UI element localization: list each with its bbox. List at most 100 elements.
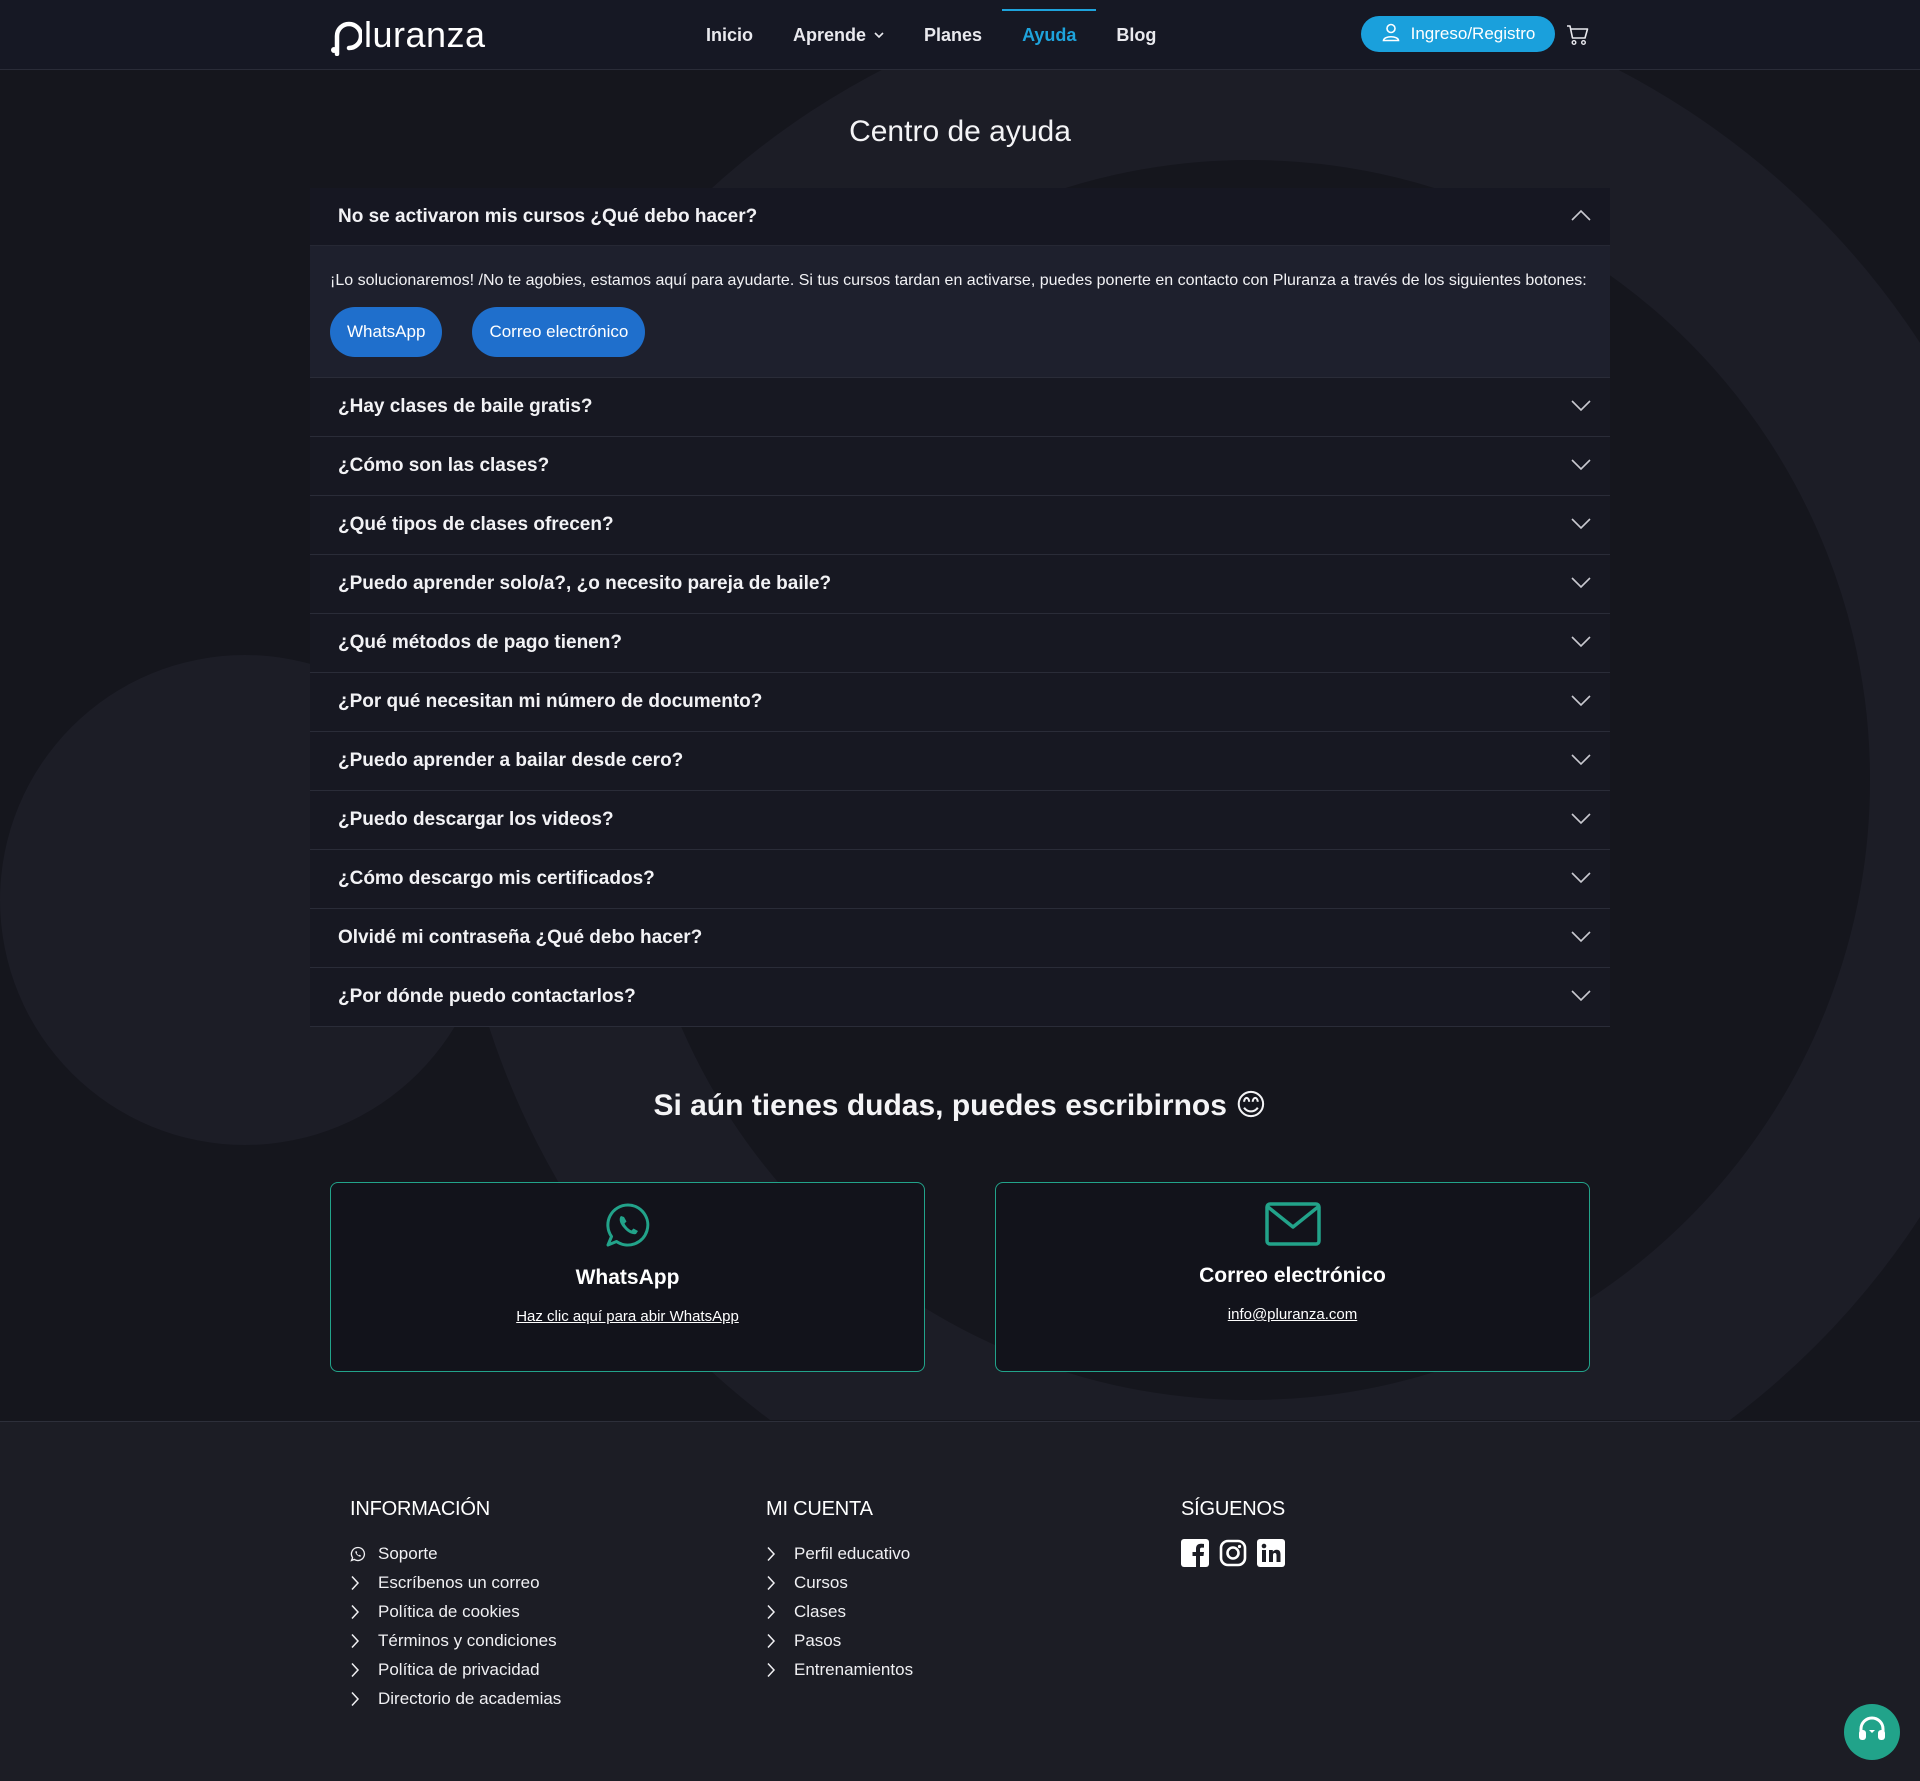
email-link[interactable]: info@pluranza.com [1228, 1306, 1357, 1323]
faq-question[interactable]: ¿Cómo descargo mis certificados? [310, 850, 1610, 908]
footer-link-courses[interactable]: Cursos [766, 1568, 913, 1597]
footer-link-label: Directorio de academias [378, 1688, 562, 1708]
footer-link-label: Política de cookies [378, 1601, 520, 1621]
chevron-down-icon [1570, 514, 1592, 536]
faq-item: ¿Por qué necesitan mi número de document… [310, 673, 1610, 732]
contact-cards: WhatsApp Haz clic aquí para abir WhatsAp… [330, 1182, 1590, 1372]
open-whatsapp-link[interactable]: Haz clic aquí para abir WhatsApp [516, 1308, 739, 1325]
nav-label: Ayuda [1022, 24, 1077, 45]
faq-item: ¿Qué métodos de pago tienen? [310, 614, 1610, 673]
faq-question-text: ¿Por dónde puedo contactarlos? [338, 986, 636, 1007]
faq-question[interactable]: ¿Qué métodos de pago tienen? [310, 614, 1610, 672]
footer-account-heading: MI CUENTA [766, 1498, 873, 1520]
chevron-right-icon [766, 1546, 794, 1562]
footer-link-label: Cursos [794, 1572, 848, 1592]
footer-link-privacy[interactable]: Política de privacidad [350, 1655, 561, 1684]
faq-question[interactable]: ¿Puedo aprender a bailar desde cero? [310, 732, 1610, 790]
faq-question-text: No se activaron mis cursos ¿Qué debo hac… [338, 205, 758, 227]
footer-link-label: Soporte [378, 1543, 438, 1563]
footer-link-academies[interactable]: Directorio de academias [350, 1684, 561, 1713]
card-title: Correo electrónico [1199, 1264, 1386, 1287]
footer-social-column: SÍGUENOS [1181, 1498, 1285, 1567]
nav-label: Blog [1116, 24, 1157, 45]
footer-link-classes[interactable]: Clases [766, 1597, 913, 1626]
faq-question[interactable]: ¿Por qué necesitan mi número de document… [310, 673, 1610, 731]
email-contact-card: Correo electrónico info@pluranza.com [995, 1182, 1590, 1372]
facebook-icon[interactable] [1181, 1539, 1209, 1567]
chevron-down-icon [1570, 750, 1592, 772]
footer-link-steps[interactable]: Pasos [766, 1626, 913, 1655]
pluranza-logo[interactable]: luranza [328, 14, 486, 56]
top-navbar: luranza Inicio Aprende Planes Ayuda Blog… [0, 0, 1920, 70]
footer-info-heading: INFORMACIÓN [350, 1498, 491, 1520]
chevron-down-icon [1570, 691, 1592, 713]
chevron-down-icon [1570, 868, 1592, 890]
faq-item: No se activaron mis cursos ¿Qué debo hac… [310, 188, 1610, 378]
social-links [1181, 1539, 1285, 1567]
faq-question-text: ¿Cómo son las clases? [338, 455, 550, 476]
chevron-right-icon [766, 1633, 794, 1649]
footer-link-terms[interactable]: Términos y condiciones [350, 1626, 561, 1655]
footer-account-column: MI CUENTA Perfil educativo Cursos Clases… [766, 1498, 913, 1684]
chevron-right-icon [766, 1575, 794, 1591]
faq-question-text: ¿Cómo descargo mis certificados? [338, 868, 655, 889]
chevron-down-icon [1570, 632, 1592, 654]
footer-link-profile[interactable]: Perfil educativo [766, 1539, 913, 1568]
footer-link-label: Perfil educativo [794, 1543, 911, 1563]
chevron-down-icon [1570, 809, 1592, 831]
nav-blog[interactable]: Blog [1096, 0, 1176, 70]
user-icon [1381, 22, 1401, 47]
nav-ayuda[interactable]: Ayuda [1002, 0, 1097, 70]
footer-link-label: Escríbenos un correo [378, 1572, 540, 1592]
nav-label: Inicio [706, 24, 754, 45]
footer-link-label: Entrenamientos [794, 1659, 914, 1679]
faq-question[interactable]: ¿Puedo descargar los videos? [310, 791, 1610, 849]
faq-question-text: ¿Puedo aprender a bailar desde cero? [338, 750, 684, 771]
footer-link-soporte[interactable]: Soporte [350, 1539, 561, 1568]
nav-planes[interactable]: Planes [904, 0, 1002, 70]
footer-link-label: Política de privacidad [378, 1659, 540, 1679]
main-navigation: Inicio Aprende Planes Ayuda Blog [686, 0, 1176, 70]
faq-question[interactable]: ¿Por dónde puedo contactarlos? [310, 968, 1610, 1026]
faq-question[interactable]: ¿Puedo aprender solo/a?, ¿o necesito par… [310, 555, 1610, 613]
chevron-right-icon [350, 1691, 378, 1707]
faq-question-text: Olvidé mi contraseña ¿Qué debo hacer? [338, 927, 703, 948]
faq-question[interactable]: ¿Qué tipos de clases ofrecen? [310, 496, 1610, 554]
faq-item: ¿Puedo aprender solo/a?, ¿o necesito par… [310, 555, 1610, 614]
faq-question[interactable]: No se activaron mis cursos ¿Qué debo hac… [310, 188, 1610, 246]
support-chat-button[interactable] [1844, 1704, 1900, 1760]
faq-question-text: ¿Hay clases de baile gratis? [338, 396, 593, 417]
logo-wordmark: luranza [364, 14, 486, 55]
faq-question[interactable]: Olvidé mi contraseña ¿Qué debo hacer? [310, 909, 1610, 967]
cart-icon[interactable] [1566, 24, 1590, 51]
faq-item: ¿Qué tipos de clases ofrecen? [310, 496, 1610, 555]
faq-item: ¿Hay clases de baile gratis? [310, 378, 1610, 437]
still-have-doubts-heading: Si aún tienes dudas, puedes escribirnos … [653, 1089, 1267, 1122]
chevron-down-icon [874, 31, 884, 39]
email-button[interactable]: Correo electrónico [472, 307, 646, 357]
footer-link-trainings[interactable]: Entrenamientos [766, 1655, 913, 1684]
login-register-button[interactable]: Ingreso/Registro [1361, 16, 1555, 52]
chevron-down-icon [1570, 455, 1592, 477]
page-title: Centro de ayuda [849, 115, 1071, 148]
linkedin-icon[interactable] [1257, 1539, 1285, 1567]
chevron-right-icon [350, 1633, 378, 1649]
chevron-right-icon [350, 1662, 378, 1678]
faq-item: ¿Cómo son las clases? [310, 437, 1610, 496]
faq-answer: ¡Lo solucionaremos! /No te agobies, esta… [310, 246, 1610, 377]
site-footer: INFORMACIÓN Soporte Escríbenos un correo… [0, 1421, 1920, 1781]
faq-question[interactable]: ¿Cómo son las clases? [310, 437, 1610, 495]
faq-answer-text: ¡Lo solucionaremos! /No te agobies, esta… [330, 272, 1587, 289]
chevron-right-icon [766, 1604, 794, 1620]
faq-question[interactable]: ¿Hay clases de baile gratis? [310, 378, 1610, 436]
footer-link-email[interactable]: Escríbenos un correo [350, 1568, 561, 1597]
faq-answer-actions: WhatsApp Correo electrónico [330, 307, 1590, 357]
nav-inicio[interactable]: Inicio [686, 0, 773, 70]
nav-aprende[interactable]: Aprende [773, 0, 904, 70]
nav-label: Planes [924, 24, 983, 45]
whatsapp-button[interactable]: WhatsApp [330, 307, 443, 357]
footer-link-cookies[interactable]: Política de cookies [350, 1597, 561, 1626]
instagram-icon[interactable] [1219, 1539, 1247, 1567]
faq-item: Olvidé mi contraseña ¿Qué debo hacer? [310, 909, 1610, 968]
faq-question-text: ¿Qué tipos de clases ofrecen? [338, 514, 614, 535]
